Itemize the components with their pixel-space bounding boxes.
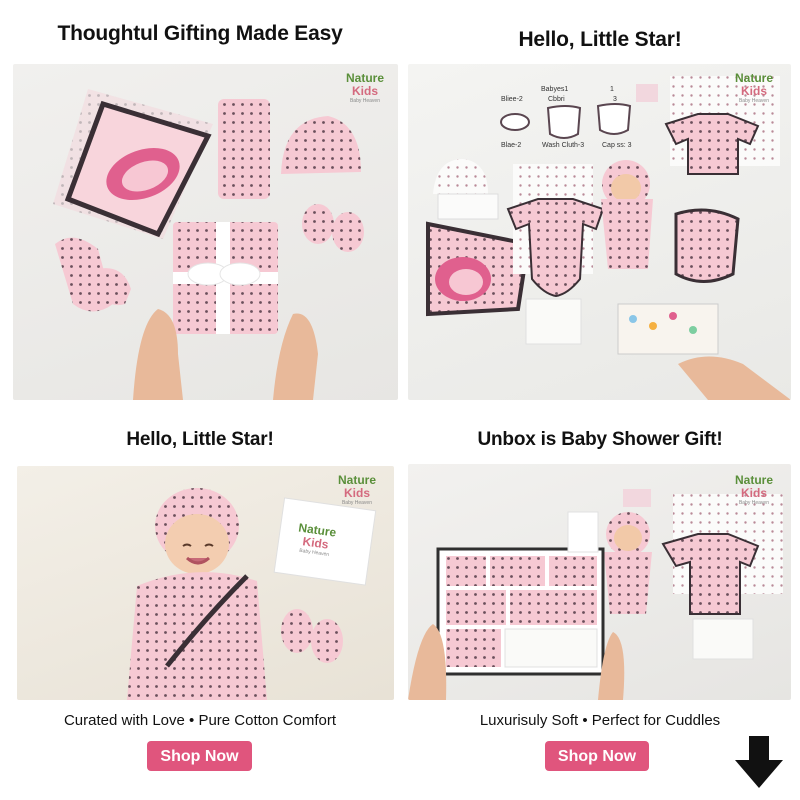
brand-logo: Nature Kids Baby Heaven: [345, 71, 384, 104]
panel-3-heading: Hello, Little Star!: [126, 429, 274, 450]
gift-set-photo-2: Babyes1 Bliee-2 Cbbri 1 3 Blae-2 Wash Cl…: [408, 64, 791, 400]
brand-logo: Nature Kids Baby Heaven: [734, 473, 773, 506]
item-label: Wash Cluth-3: [542, 142, 585, 149]
tagline-right: Luxurisuly Soft • Perfect for Cuddles: [479, 712, 721, 729]
gift-set-flatlay-illustration: [426, 76, 791, 400]
panel-4-heading: Unbox is Baby Shower Gift!: [477, 429, 723, 450]
item-label: Bliee-2: [501, 96, 523, 103]
item-label: 1: [610, 86, 614, 93]
item-label: 3: [613, 96, 617, 103]
gift-set-photo-1: Nature Kids Baby Heaven: [13, 64, 398, 400]
gift-set-illustration: [53, 89, 364, 400]
panel-1-heading: Thoughtul Gifting Made Easy: [57, 22, 343, 45]
item-label: Blae-2: [501, 142, 522, 149]
card-logo: Nature Kids Baby Heaven: [297, 520, 338, 558]
shop-now-button-left[interactable]: Shop Now: [147, 741, 252, 771]
unbox-illustration: [408, 489, 783, 700]
brand-logo: Nature Kids Baby Heaven: [734, 71, 773, 104]
tagline-left: Curated with Love • Pure Cotton Comfort: [63, 712, 337, 729]
item-label: Cbbri: [548, 96, 565, 103]
item-label: Cap ss: 3: [602, 142, 632, 149]
shop-now-button-right[interactable]: Shop Now: [545, 741, 649, 771]
gift-box-photo: Nature Kids Baby Heaven: [408, 464, 791, 700]
panel-2-heading: Hello, Little Star!: [518, 28, 682, 51]
arrow-down-icon[interactable]: [735, 736, 783, 788]
brand-logo: Nature Kids Baby Heaven: [337, 473, 376, 506]
baby-swaddle-photo: Nature Kids Baby Heaven Nature Kids Baby…: [17, 466, 394, 700]
item-label: Babyes1: [541, 86, 569, 93]
